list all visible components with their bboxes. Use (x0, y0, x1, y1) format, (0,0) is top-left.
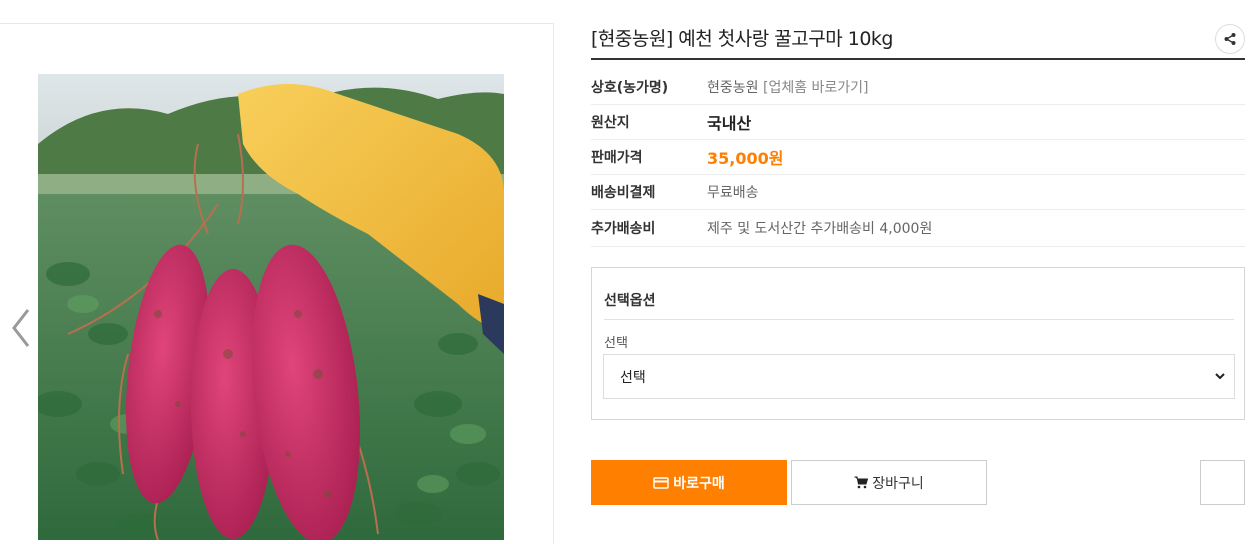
chevron-down-icon (1215, 373, 1225, 380)
detail-row-shipping: 배송비결제 무료배송 (591, 175, 1245, 210)
product-title: [현중농원] 예천 첫사랑 꿀고구마 10kg (591, 28, 893, 50)
credit-card-icon (653, 476, 669, 489)
option-box: 선택옵션 선택 선택 (591, 267, 1245, 420)
title-divider (591, 58, 1245, 60)
shipping-label: 배송비결제 (591, 185, 656, 201)
details-divider (591, 246, 1245, 247)
share-icon (1224, 33, 1236, 45)
add-to-cart-label: 장바구니 (872, 475, 924, 492)
cart-icon (854, 476, 869, 489)
buy-now-label: 바로구매 (673, 475, 725, 492)
share-button[interactable] (1215, 24, 1245, 54)
shipping-value: 무료배송 (707, 185, 759, 201)
product-details: 상호(농가명) 현중농원 [업체홈 바로가기] 원산지 국내산 판매가격 35,… (591, 70, 1245, 245)
extra-shipping-value: 제주 및 도서산간 추가배송비 4,000원 (707, 220, 933, 237)
origin-label: 원산지 (591, 115, 630, 131)
prev-image-button[interactable] (8, 306, 34, 350)
option-divider (604, 319, 1234, 320)
shop-value: 현중농원 [업체홈 바로가기] (707, 77, 869, 97)
chevron-left-icon (12, 309, 30, 347)
option-label: 선택 (604, 336, 628, 351)
price-label: 판매가격 (591, 150, 643, 166)
detail-row-shop: 상호(농가명) 현중농원 [업체홈 바로가기] (591, 70, 1245, 105)
detail-row-extra-shipping: 추가배송비 제주 및 도서산간 추가배송비 4,000원 (591, 210, 1245, 245)
option-select[interactable]: 선택 (603, 354, 1235, 399)
buy-now-button[interactable]: 바로구매 (591, 460, 787, 505)
extra-shipping-label: 추가배송비 (591, 220, 656, 237)
shop-name: 현중농원 (707, 80, 759, 96)
add-to-cart-button[interactable]: 장바구니 (791, 460, 987, 505)
origin-value: 국내산 (707, 114, 752, 133)
product-image (38, 74, 504, 540)
detail-row-price: 판매가격 35,000원 (591, 140, 1245, 175)
product-gallery (0, 23, 554, 544)
option-selected-value: 선택 (620, 369, 646, 386)
shop-home-link[interactable]: [업체홈 바로가기] (763, 80, 869, 96)
option-title: 선택옵션 (604, 293, 656, 309)
wishlist-button[interactable] (1200, 460, 1245, 505)
price-value: 35,000원 (707, 149, 784, 168)
detail-row-origin: 원산지 국내산 (591, 105, 1245, 140)
shop-label: 상호(농가명) (591, 80, 669, 96)
